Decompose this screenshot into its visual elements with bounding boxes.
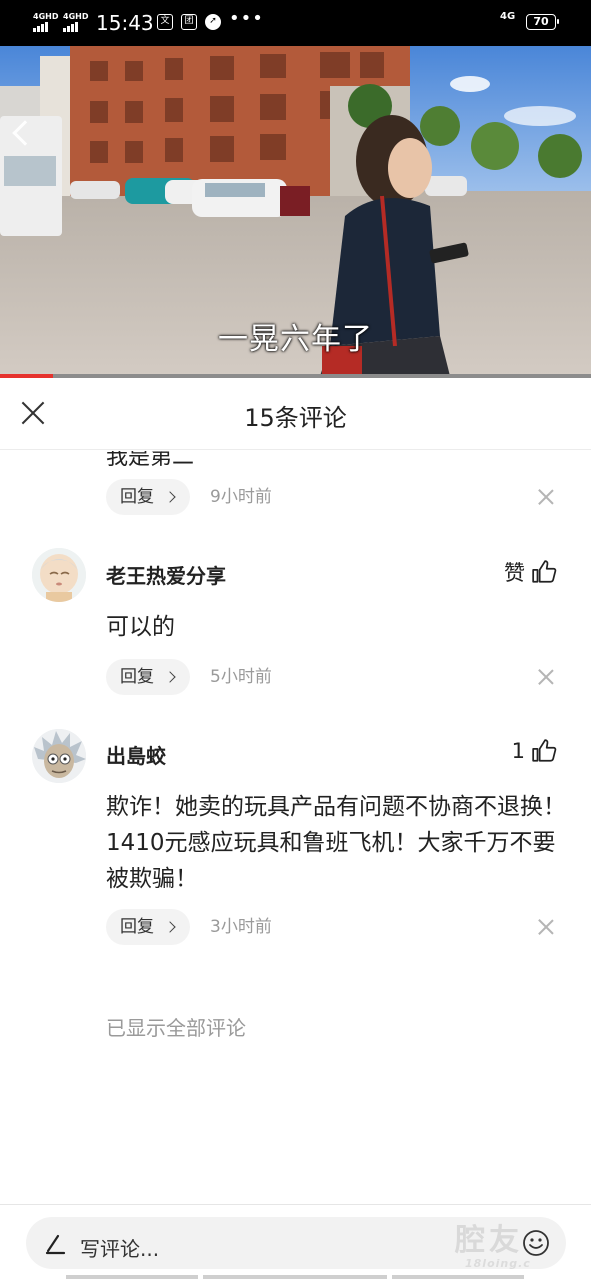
network-indicator: 4G xyxy=(500,11,516,22)
comment-actions: 回复 9小时前 xyxy=(106,479,566,515)
comment-time: 3小时前 xyxy=(210,917,272,937)
dismiss-icon[interactable] xyxy=(538,669,554,685)
comment-text: 可以的 xyxy=(106,614,175,640)
like-count: 赞 xyxy=(504,561,525,585)
chevron-right-icon xyxy=(164,491,176,503)
home-indicator xyxy=(203,1275,387,1279)
chevron-right-icon xyxy=(164,921,176,933)
video-player[interactable]: 一晃六年了 xyxy=(0,46,591,376)
comment-username[interactable]: 老王热爱分享 xyxy=(106,560,226,589)
comment-time: 5小时前 xyxy=(210,667,272,687)
comment-time: 9小时前 xyxy=(210,487,272,507)
comment-text: 欺诈！她卖的玩具产品有问题不协商不退换！1410元感应玩具和鲁班飞机！大家千万不… xyxy=(106,794,566,892)
comment-composer-bar: 写评论... 腔友 18loing.c xyxy=(0,1204,591,1280)
home-indicator xyxy=(392,1275,524,1279)
comments-title: 15条评论 xyxy=(244,404,347,432)
like-button[interactable]: 1 xyxy=(512,738,557,764)
reply-label: 回复 xyxy=(120,667,154,687)
reply-label: 回复 xyxy=(120,917,154,937)
reply-button[interactable]: 回复 xyxy=(106,479,190,515)
reply-button[interactable]: 回复 xyxy=(106,659,190,695)
compass-icon: ➚ xyxy=(205,14,221,30)
sim2-label: 4GHD xyxy=(63,12,89,21)
text-icon: 文 xyxy=(157,14,173,30)
pen-icon xyxy=(45,1234,66,1255)
like-button[interactable]: 赞 xyxy=(504,557,557,587)
battery-indicator: 70 xyxy=(526,14,559,30)
emoji-icon[interactable] xyxy=(522,1229,550,1257)
comments-list[interactable]: 我是第二 回复 9小时前 老王热爱分享 赞 可以的 回复 5小时前 出島蛟 1 … xyxy=(0,451,591,1203)
watermark: 腔友 18loing.c xyxy=(455,1223,531,1270)
sim1-label: 4GHD xyxy=(33,12,59,21)
dismiss-icon[interactable] xyxy=(538,489,554,505)
like-count: 1 xyxy=(511,739,525,763)
video-subtitle: 一晃六年了 xyxy=(218,322,373,357)
clock: 15:43 xyxy=(96,11,154,35)
signal-icon: 4GHD xyxy=(33,12,58,32)
avatar-cartoon-icon xyxy=(32,729,86,783)
comment-username[interactable]: 出島蛟 xyxy=(106,740,166,769)
avatar-elder-icon xyxy=(32,548,86,602)
comment-text: 我是第二 xyxy=(106,451,195,470)
dismiss-icon[interactable] xyxy=(538,919,554,935)
comment-actions: 回复 5小时前 xyxy=(106,659,566,695)
reply-button[interactable]: 回复 xyxy=(106,909,190,945)
reply-label: 回复 xyxy=(120,487,154,507)
thumbs-up-icon xyxy=(532,560,557,583)
all-comments-shown-label: 已显示全部评论 xyxy=(106,1016,246,1040)
home-indicator xyxy=(66,1275,198,1279)
chevron-right-icon xyxy=(164,671,176,683)
thumbs-up-icon xyxy=(532,739,557,762)
group-icon: 团 xyxy=(181,14,197,30)
signal-icon: 4GHD xyxy=(63,12,88,32)
status-bar: 4GHD 4GHD 15:43 文 团 ➚ ••• 4G 70 xyxy=(0,0,591,46)
comment-actions: 回复 3小时前 xyxy=(106,909,566,945)
more-notifications-icon: ••• xyxy=(229,8,264,29)
comment-input-placeholder: 写评论... xyxy=(80,1237,160,1261)
avatar[interactable] xyxy=(32,729,86,783)
avatar[interactable] xyxy=(32,548,86,602)
comments-header: 15条评论 xyxy=(0,378,591,450)
